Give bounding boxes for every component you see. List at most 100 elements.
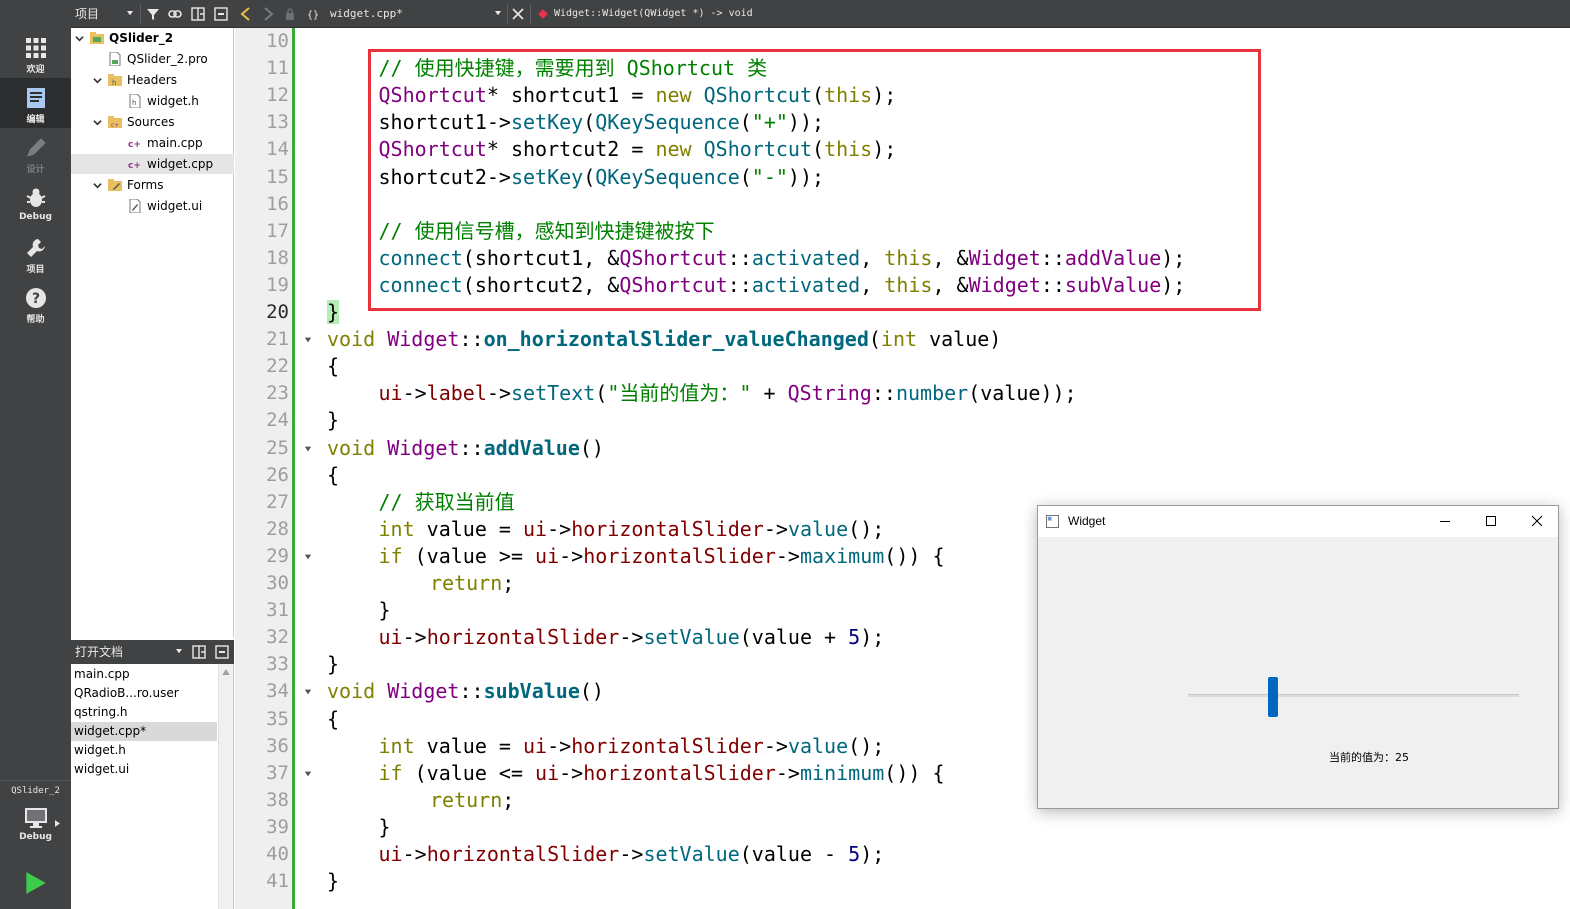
code-line[interactable]: ui->label->setText("当前的值为：" + QString::n… bbox=[379, 380, 1077, 407]
open-document-item[interactable]: qstring.h bbox=[71, 703, 217, 722]
code-token: -> bbox=[559, 543, 584, 568]
slider-handle[interactable] bbox=[1268, 677, 1279, 717]
code-line[interactable]: connect(shortcut2, &QShortcut::activated… bbox=[379, 272, 1186, 299]
code-line[interactable]: QShortcut* shortcut1 = new QShortcut(thi… bbox=[379, 82, 897, 109]
tree-item[interactable]: QSlider_2 bbox=[71, 28, 234, 48]
code-line[interactable]: // 使用信号槽，感知到快捷键被按下 bbox=[379, 218, 715, 245]
tree-item[interactable]: c+ main.cpp bbox=[71, 133, 234, 153]
code-line[interactable]: { bbox=[327, 462, 339, 489]
open-document-item[interactable]: QRadioB...ro.user bbox=[71, 684, 217, 703]
tree-item[interactable]: h Headers bbox=[71, 70, 234, 90]
code-token: void bbox=[327, 679, 376, 704]
kit-mode-label: Debug bbox=[19, 832, 52, 842]
expand-arrow-icon[interactable] bbox=[93, 181, 102, 190]
horizontal-slider[interactable] bbox=[1188, 694, 1519, 697]
kit-selector-button[interactable]: Debug bbox=[0, 800, 71, 850]
close-panel-icon[interactable] bbox=[215, 645, 229, 659]
code-line[interactable]: void Widget::addValue() bbox=[327, 435, 604, 462]
mode-welcome-button[interactable]: 欢迎 bbox=[0, 28, 71, 78]
code-line[interactable]: shortcut2->setKey(QKeySequence("-")); bbox=[379, 164, 825, 191]
open-file-tab[interactable]: widget.cpp* bbox=[330, 0, 403, 28]
code-token: -> bbox=[619, 842, 644, 866]
split-icon[interactable] bbox=[192, 645, 206, 659]
fold-arrow-icon[interactable] bbox=[304, 336, 312, 344]
svg-text:{}: {} bbox=[307, 10, 319, 21]
code-token: ui bbox=[378, 625, 403, 650]
lock-icon[interactable] bbox=[283, 7, 297, 21]
filter-icon[interactable] bbox=[146, 7, 160, 21]
code-line[interactable]: int value = ui->horizontalSlider->value(… bbox=[379, 516, 885, 543]
function-selector[interactable]: Widget::Widget(QWidget *) -> void bbox=[554, 0, 753, 28]
code-line[interactable]: connect(shortcut1, &QShortcut::activated… bbox=[379, 245, 1186, 272]
code-line[interactable]: if (value <= ui->horizontalSlider->minim… bbox=[379, 760, 945, 787]
close-icon[interactable] bbox=[511, 7, 525, 21]
expand-arrow-icon[interactable] bbox=[93, 76, 102, 85]
mode-debug-button[interactable]: Debug bbox=[0, 178, 71, 228]
mode-projects-button[interactable]: 项目 bbox=[0, 228, 71, 278]
tree-item[interactable]: widget.ui bbox=[71, 196, 234, 216]
tree-item[interactable]: Forms bbox=[71, 175, 234, 195]
mode-edit-button[interactable]: 编辑 bbox=[0, 78, 71, 128]
code-line[interactable]: ui->horizontalSlider->setValue(value + 5… bbox=[379, 624, 885, 651]
mode-label: 欢迎 bbox=[26, 65, 45, 75]
code-line[interactable]: { bbox=[327, 353, 339, 380]
mode-help-button[interactable]: ? 帮助 bbox=[0, 278, 71, 328]
fold-arrow-icon[interactable] bbox=[304, 553, 312, 561]
close-window-button[interactable] bbox=[1514, 506, 1560, 537]
open-document-item[interactable]: widget.cpp* bbox=[71, 722, 217, 741]
code-line[interactable]: int value = ui->horizontalSlider->value(… bbox=[379, 733, 885, 760]
code-line[interactable]: shortcut1->setKey(QKeySequence("+")); bbox=[379, 109, 825, 136]
tree-item[interactable]: QSlider_2.pro bbox=[71, 49, 234, 69]
minimize-button[interactable] bbox=[1422, 506, 1468, 537]
play-icon[interactable] bbox=[22, 870, 48, 896]
code-line[interactable]: { bbox=[327, 706, 339, 733]
open-document-item[interactable]: main.cpp bbox=[71, 665, 217, 684]
tree-item[interactable]: c+ Sources bbox=[71, 112, 234, 132]
code-line[interactable]: if (value >= ui->horizontalSlider->maxim… bbox=[379, 543, 945, 570]
tree-item[interactable]: c+ widget.cpp bbox=[71, 154, 234, 174]
code-token: + bbox=[751, 381, 788, 406]
chevron-down-icon[interactable] bbox=[175, 649, 183, 655]
expand-arrow-icon[interactable] bbox=[75, 34, 84, 43]
window-titlebar[interactable]: Widget bbox=[1038, 506, 1558, 537]
code-line[interactable]: void Widget::subValue() bbox=[327, 678, 604, 705]
close-panel-icon[interactable] bbox=[214, 7, 228, 21]
code-token: // 获取当前值 bbox=[378, 489, 515, 514]
fold-arrow-icon[interactable] bbox=[304, 770, 312, 778]
fold-arrow-icon[interactable] bbox=[304, 688, 312, 696]
code-line[interactable]: return; bbox=[430, 570, 514, 597]
expand-arrow-icon[interactable] bbox=[93, 118, 102, 127]
tree-item[interactable]: h widget.h bbox=[71, 91, 234, 111]
code-line[interactable]: } bbox=[379, 597, 391, 624]
code-line[interactable]: void Widget::on_horizontalSlider_valueCh… bbox=[327, 326, 1001, 353]
code-line[interactable]: } bbox=[327, 299, 340, 326]
panel-selector[interactable]: 项目 bbox=[75, 0, 99, 28]
scroll-up-icon[interactable] bbox=[222, 669, 230, 675]
link-icon[interactable] bbox=[168, 7, 182, 21]
fold-arrow-icon[interactable] bbox=[304, 445, 312, 453]
mode-design-button[interactable]: 设计 bbox=[0, 128, 71, 178]
code-line[interactable]: // 使用快捷键，需要用到 QShortcut 类 bbox=[379, 55, 768, 82]
scrollbar[interactable] bbox=[218, 664, 233, 909]
code-line[interactable]: } bbox=[327, 868, 339, 895]
code-line[interactable]: ui->horizontalSlider->setValue(value - 5… bbox=[379, 841, 885, 868]
forward-arrow-icon[interactable] bbox=[261, 7, 275, 21]
code-token: :: bbox=[727, 272, 752, 297]
code-line[interactable]: } bbox=[327, 651, 339, 678]
chevron-down-icon[interactable] bbox=[126, 11, 134, 17]
maximize-button[interactable] bbox=[1468, 506, 1514, 537]
code-line[interactable]: return; bbox=[430, 787, 514, 814]
code-line[interactable]: QShortcut* shortcut2 = new QShortcut(thi… bbox=[379, 136, 897, 163]
code-line[interactable]: } bbox=[379, 814, 391, 841]
split-icon[interactable] bbox=[191, 7, 205, 21]
code-token: ; bbox=[502, 787, 515, 812]
open-document-item[interactable]: widget.h bbox=[71, 741, 217, 760]
chevron-down-icon[interactable] bbox=[494, 11, 502, 17]
open-document-item[interactable]: widget.ui bbox=[71, 760, 217, 779]
code-token: this bbox=[884, 245, 933, 270]
code-line[interactable]: // 获取当前值 bbox=[379, 489, 515, 516]
code-line[interactable]: } bbox=[327, 407, 339, 434]
back-arrow-icon[interactable] bbox=[239, 7, 253, 21]
